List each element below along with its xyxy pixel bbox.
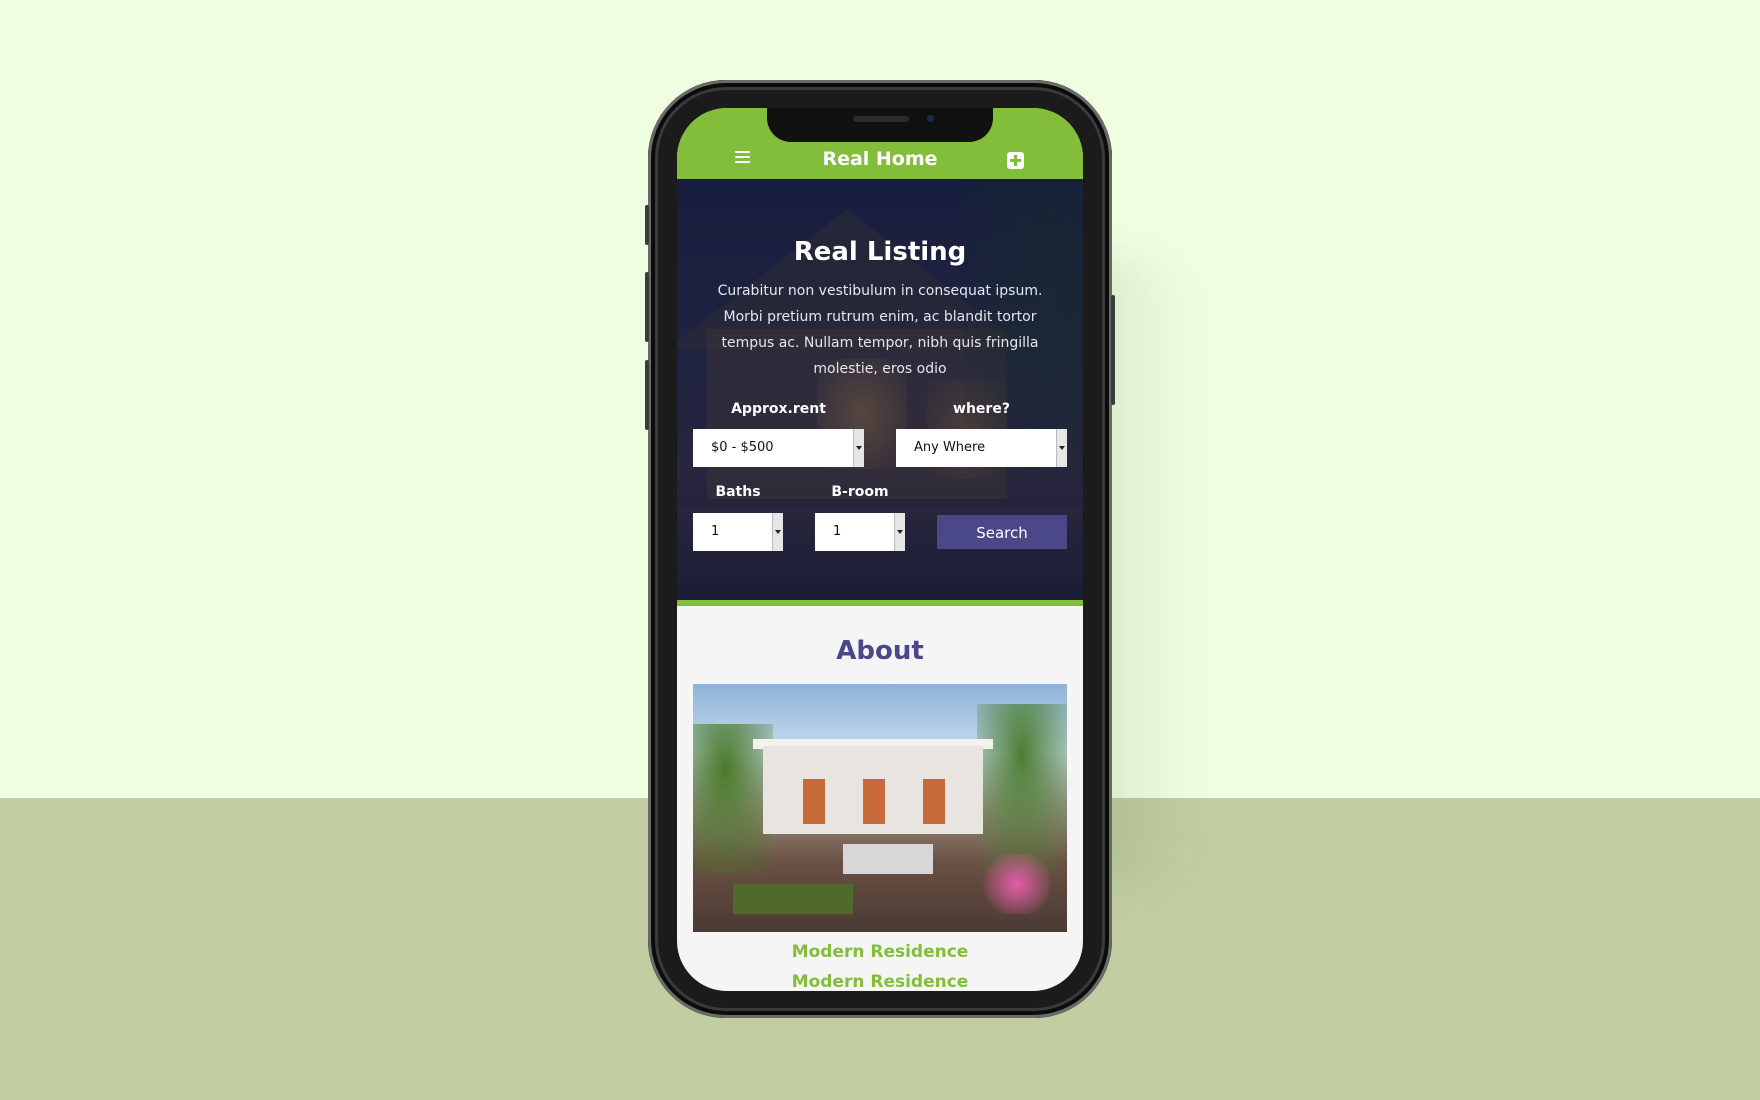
plus-square-icon[interactable]	[1007, 152, 1024, 169]
phone-notch	[767, 108, 993, 142]
section-divider	[677, 600, 1083, 606]
phone-screen: Real Home Real Listing Curabitur non ves…	[677, 108, 1083, 991]
residence-link[interactable]: Modern Residence	[677, 972, 1083, 991]
where-select[interactable]: Any Where	[896, 429, 1067, 467]
hero-title: Real Listing	[793, 237, 967, 267]
rent-select[interactable]: $0 - $500	[693, 429, 864, 467]
chevron-down-icon	[894, 513, 905, 551]
baths-select-value: 1	[711, 524, 720, 539]
villa-pool	[843, 844, 933, 874]
hero-description: Curabitur non vestibulum in consequat ip…	[717, 283, 1043, 377]
residence-link[interactable]: Modern Residence	[677, 942, 1083, 962]
bedroom-select[interactable]: 1	[815, 513, 905, 551]
villa-flowers	[977, 854, 1057, 914]
villa-planter	[733, 884, 853, 914]
phone-volume-up-button	[645, 272, 649, 342]
rent-label: Approx.rent	[731, 401, 826, 417]
rent-select-value: $0 - $500	[711, 440, 774, 455]
baths-label: Baths	[715, 484, 761, 500]
villa-window	[923, 779, 945, 824]
where-select-value: Any Where	[914, 440, 986, 455]
villa-window	[863, 779, 885, 824]
chevron-down-icon	[1056, 429, 1067, 467]
chevron-down-icon	[853, 429, 864, 467]
about-heading: About	[836, 636, 924, 666]
chevron-down-icon	[772, 513, 783, 551]
villa-window	[803, 779, 825, 824]
bedroom-label: B-room	[831, 484, 889, 500]
where-label: where?	[953, 401, 1010, 417]
bedroom-select-value: 1	[833, 524, 842, 539]
phone-volume-down-button	[645, 360, 649, 430]
about-residence-image	[693, 684, 1067, 932]
phone-silent-switch	[645, 205, 649, 245]
phone-power-button	[1111, 295, 1115, 405]
phone-camera	[925, 113, 936, 124]
search-button[interactable]: Search	[937, 515, 1067, 549]
phone-speaker	[853, 116, 909, 122]
baths-select[interactable]: 1	[693, 513, 783, 551]
palm-tree-right	[977, 704, 1067, 874]
